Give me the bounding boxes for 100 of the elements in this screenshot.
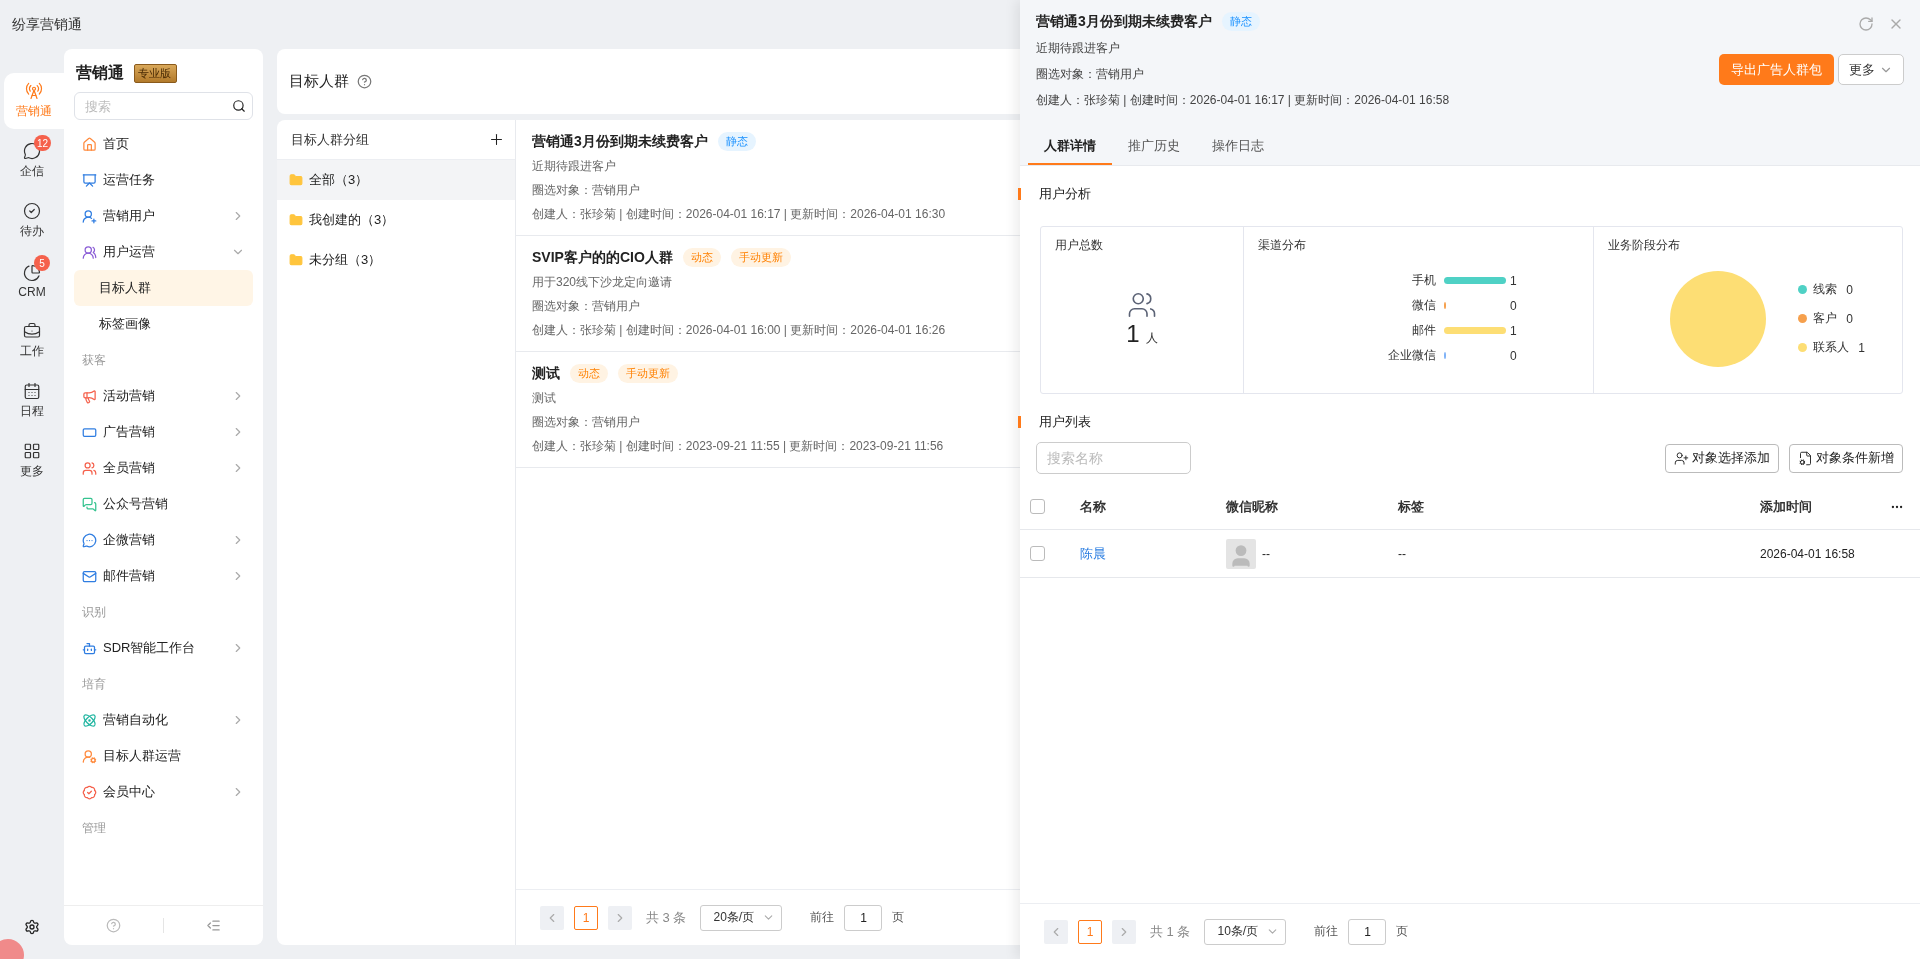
add-icon[interactable] [488,131,505,148]
channel-label: 企业微信 [1387,347,1436,364]
legend-count: 0 [1845,282,1854,297]
audience-title[interactable]: SVIP客户的的CIO人群 [532,248,673,267]
nav-item[interactable]: 目标人群运营 [74,738,253,774]
rail-item[interactable]: 工作 [0,313,64,369]
nav-item[interactable]: 全员营销 [74,450,253,486]
briefcase-icon [23,322,41,340]
folder-icon [289,253,303,267]
nav-subitem[interactable]: 标签画像 [74,306,253,342]
checkbox[interactable] [1030,499,1045,514]
channel-count: 1 [1510,323,1518,338]
audience-scope: 圈选对象：营销用户 [532,182,640,199]
nav-section-label: 培育 [81,675,107,693]
goto-label: 前往 [1314,923,1339,940]
nav-item[interactable]: 企微营销 [74,522,253,558]
nav-item[interactable]: 用户运营 [74,234,253,270]
nav-item[interactable]: 首页 [74,126,253,162]
rail-item[interactable]: 待办 [0,193,64,249]
help-icon[interactable] [357,74,372,89]
channel-count: 1 [1510,273,1518,288]
nav-subitem[interactable]: 目标人群 [74,270,253,306]
nav-item[interactable]: 公众号营销 [74,486,253,522]
refresh-icon[interactable] [1858,16,1874,32]
page-unit-label: 页 [1396,923,1409,940]
audience-description: 近期待跟进客户 [532,158,616,175]
audience-scope: 圈选对象：营销用户 [532,414,640,431]
goto-page-field[interactable]: 1 [1348,918,1387,945]
column-header: 标签 [1398,497,1425,516]
status-tag: 动态 [570,364,608,383]
calendar-icon [23,382,41,400]
audience-title[interactable]: 营销通3月份到期未续费客户 [532,132,708,151]
status-tag: 动态 [682,248,721,267]
search-input[interactable]: 搜索 [83,97,232,115]
nav-section-label: 识别 [81,603,107,621]
checkbox[interactable] [1030,546,1045,561]
collapse-icon[interactable] [206,918,221,933]
app-title: 纷享营销通 [12,15,82,34]
nav-item[interactable]: 营销自动化 [74,702,253,738]
status-tag: 静态 [717,132,756,151]
nav-section-label: 管理 [81,819,107,837]
table-cell-text: -- [1398,546,1407,561]
user-gear-icon [82,748,97,764]
rail-item[interactable]: 日程 [0,373,64,429]
rail-item[interactable]: 企信 12 [0,133,64,189]
legend-label: 联系人 [1813,339,1849,356]
nav-item[interactable]: SDR智能工作台 [74,630,253,666]
channel-label: 手机 [1411,272,1436,289]
nav-item[interactable]: 会员中心 [74,774,253,810]
channel-bar [1444,326,1506,334]
group-panel-title: 目标人群分组 [291,130,369,149]
add-button[interactable]: 对象条件新增 [1789,443,1903,473]
search-input[interactable]: 搜索名称 [1045,449,1182,467]
nav-item[interactable]: 邮件营销 [74,558,253,594]
nav-item[interactable]: 营销用户 [74,198,253,234]
next-page-button[interactable] [608,905,632,930]
card-title: 渠道分布 [1258,237,1307,254]
drawer-title: 营销通3月份到期未续费客户 [1036,12,1212,31]
drawer-scope: 圈选对象：营销用户 [1036,66,1144,83]
previous-page-button[interactable] [1044,919,1068,944]
previous-page-button[interactable] [540,905,564,930]
users-icon [82,460,97,476]
nav-item[interactable]: 运营任务 [74,162,253,198]
legend-count: 0 [1845,311,1854,326]
table-cell: -- [1262,546,1270,561]
card-title: 业务阶段分布 [1608,237,1681,254]
nav-item[interactable]: 广告营销 [74,414,253,450]
column-header: 添加时间 [1760,497,1813,516]
edition-badge: 专业版 [134,64,177,83]
goto-page-field[interactable]: 1 [844,904,883,931]
nav-search-field[interactable]: 搜索 [74,92,253,120]
audience-title[interactable]: 测试 [532,364,560,383]
tab[interactable]: 推广历史 [1112,128,1196,165]
audience-meta: 创建人：张珍菊 | 创建时间：2026-04-01 16:00 | 更新时间：2026-04-01 16:26 [532,322,946,339]
user-name-link[interactable]: 陈晨 [1080,544,1226,563]
robot-icon [82,640,97,656]
settings-icon[interactable] [24,919,40,935]
channel-count: 0 [1510,348,1518,363]
help-icon[interactable] [106,918,121,933]
page-size-select[interactable]: 20条/页 [700,904,783,931]
status-tag: 静态 [1221,12,1260,31]
card-title: 用户总数 [1055,237,1104,254]
total-count: 共 1 条 [1150,922,1191,941]
group-item[interactable]: 全部（3） [277,160,515,200]
tab[interactable]: 操作日志 [1196,128,1280,165]
channel-label: 微信 [1411,297,1436,314]
search-icon [232,99,246,113]
nav-item[interactable]: 活动营销 [74,378,253,414]
rail-item[interactable]: CRM 5 [0,253,64,309]
tab[interactable]: 人群详情 [1028,128,1112,165]
name-search-field[interactable]: 搜索名称 [1036,442,1191,474]
rail-item[interactable]: 更多 [0,433,64,489]
next-page-button[interactable] [1112,919,1136,944]
nav-section-label: 获客 [81,351,107,369]
add-button[interactable]: 对象选择添加 [1665,443,1779,473]
page-size-select[interactable]: 10条/页 [1204,918,1287,945]
more-button[interactable]: 更多 [1838,54,1904,85]
audience-description: 用于320线下沙龙定向邀请 [532,274,673,291]
channel-bar [1444,276,1506,284]
count-badge: 12 [34,135,52,151]
